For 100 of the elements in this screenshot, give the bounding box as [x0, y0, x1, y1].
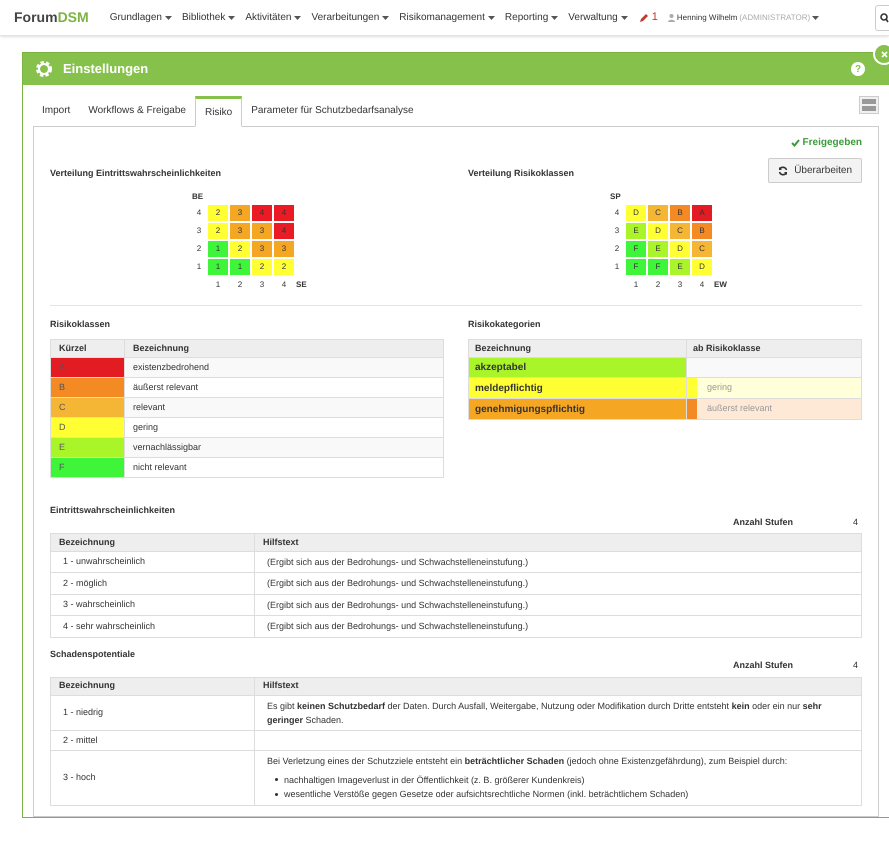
table-cell: nicht relevant [124, 458, 444, 478]
close-button[interactable] [873, 43, 889, 65]
class-code-cell: B [50, 378, 124, 398]
status-label: Freigegeben [790, 135, 862, 150]
class-code-cell: F [50, 458, 124, 478]
matrix-cell: D [648, 222, 668, 238]
column-header: Bezeichnung [124, 340, 444, 358]
column-label: 1 [632, 278, 640, 290]
matrix-cell: C [670, 222, 690, 238]
row-label: 1 [614, 260, 620, 272]
help-text: (Ergibt sich aus der Bedrohungs- und Schwachstelleneinstufung.) [267, 598, 530, 612]
list-item: wesentliche Verstöße gegen Gesetze oder aufsichtsrechtliche Normen (inkl. beträchtlichem Schaden) [284, 788, 688, 802]
category-name-cell: genehmigungspflichtig [468, 398, 686, 420]
table-cell: vernachlässigbar [124, 438, 444, 458]
count-label: Anzahl Stufen [732, 659, 793, 672]
column-header: Bezeichnung [50, 677, 254, 696]
row-label: 4 [196, 206, 202, 218]
column-header: Kürzel [50, 340, 124, 358]
matrix-cell: F [626, 240, 646, 256]
column-label: 2 [654, 278, 662, 290]
edit-counter[interactable]: 1 [632, 9, 664, 26]
matrix-cell: 4 [274, 204, 294, 220]
matrix-cell: 4 [274, 222, 294, 238]
matrix-cell: 1 [230, 258, 250, 274]
user-icon [668, 14, 675, 22]
count-value: 4 [852, 516, 858, 528]
nav-menu-item[interactable]: Reporting [500, 10, 564, 25]
tab[interactable]: Parameter für Schutzbedarfsanalyse [242, 95, 423, 126]
matrix-cell: E [670, 258, 690, 274]
row-label: 2 [614, 242, 620, 254]
tab[interactable]: Import [33, 95, 80, 126]
category-name-cell: akzeptabel [468, 358, 686, 378]
tab[interactable]: Workflows & Freigabe [79, 95, 195, 126]
column-header: ab Risikoklasse [686, 340, 862, 358]
table-cell: 1 - niedrig [50, 695, 254, 731]
column-label: 3 [676, 278, 684, 290]
row-label: 2 [196, 242, 202, 254]
table-cell: 3 - wahrscheinlich [50, 594, 254, 616]
count-label: Anzahl Stufen [732, 516, 793, 528]
column-header: Bezeichnung [50, 534, 254, 552]
axis-label: BE [192, 190, 204, 202]
column-label: 4 [280, 278, 288, 290]
matrix-cell: 3 [274, 240, 294, 256]
user-menu[interactable]: Henning Wilhelm (ADMINISTRATOR) [664, 12, 824, 24]
matrix-cell: E [648, 240, 668, 256]
close-icon [880, 50, 888, 58]
brand-logo[interactable]: ForumDSM [14, 7, 89, 28]
tab[interactable]: Risiko [194, 96, 242, 127]
matrix-cell: 2 [208, 204, 228, 220]
nav-menu-item[interactable]: Grundlagen [104, 10, 177, 25]
class-code-cell: A [50, 358, 124, 378]
table-cell: 4 - sehr wahrscheinlich [50, 616, 254, 638]
search-icon [879, 12, 889, 22]
caret-icon [294, 16, 302, 20]
nav-menu-item[interactable]: Bibliothek [176, 10, 240, 25]
column-label: 3 [258, 278, 266, 290]
matrix-cell: 3 [252, 222, 272, 238]
table-cell: existenzbedrohend [124, 358, 444, 378]
class-code-cell: C [50, 398, 124, 418]
help-text: (Ergibt sich aus der Bedrohungs- und Schwachstelleneinstufung.) [267, 556, 530, 569]
help-text: Bei Verletzung eines der Schutzziele entsteht ein beträchtlicher Schaden (jedoch ohne Existenzgefährdung), zum Beispiel durch: [267, 755, 788, 768]
nav-menu-item[interactable]: Aktivitäten [240, 10, 306, 25]
table-cell: gering [124, 418, 444, 438]
table-cell: 2 - möglich [50, 572, 254, 594]
row-label: 3 [614, 224, 620, 236]
help-text: (Ergibt sich aus der Bedrohungs- und Schwachstelleneinstufung.) [267, 577, 530, 590]
nav-menu-item[interactable]: Risikomanagement [394, 10, 500, 25]
row-label: 1 [196, 260, 202, 272]
caret-icon [812, 16, 820, 20]
axis-label: SE [296, 278, 308, 290]
matrix-cell: E [626, 222, 646, 238]
matrix-cell: 2 [230, 240, 250, 256]
column-label: 1 [214, 278, 222, 290]
matrix-cell: D [626, 204, 646, 220]
bullet-icon [275, 778, 278, 782]
caret-icon [551, 16, 558, 20]
column-header: Hilfstext [254, 534, 862, 552]
axis-label: SP [610, 190, 622, 202]
table-cell: 3 - hoch [50, 750, 254, 806]
revise-button[interactable]: Überarbeiten [768, 158, 862, 183]
matrix-cell: F [648, 258, 668, 274]
class-code-cell: E [50, 438, 124, 458]
search-button[interactable] [875, 4, 889, 30]
section-title: Verteilung Risikoklassen [468, 167, 574, 180]
nav-menu-item[interactable]: Verarbeitungen [306, 10, 394, 25]
gear-icon [35, 60, 53, 78]
layout-toggle-button[interactable] [859, 96, 879, 114]
axis-label: EW [714, 278, 728, 290]
matrix-cell: 2 [252, 258, 272, 274]
column-label: 2 [236, 278, 244, 290]
help-text: Es gibt keinen Schutzbedarf der Daten. Durch Ausfall, Weitergabe, Nutzung oder Modifikation durch Dritte entsteht kein oder ein nur sehr geringer Schaden. [267, 700, 823, 727]
matrix-cell: D [692, 258, 712, 274]
matrix-cell: C [648, 204, 668, 220]
matrix-cell: A [692, 204, 712, 220]
table-cell: relevant [124, 398, 444, 418]
matrix-cell: 3 [230, 204, 250, 220]
matrix-cell: 3 [230, 222, 250, 238]
caret-icon [164, 16, 172, 20]
bullet-icon [275, 792, 278, 796]
nav-menu-item[interactable]: Verwaltung [563, 10, 633, 25]
